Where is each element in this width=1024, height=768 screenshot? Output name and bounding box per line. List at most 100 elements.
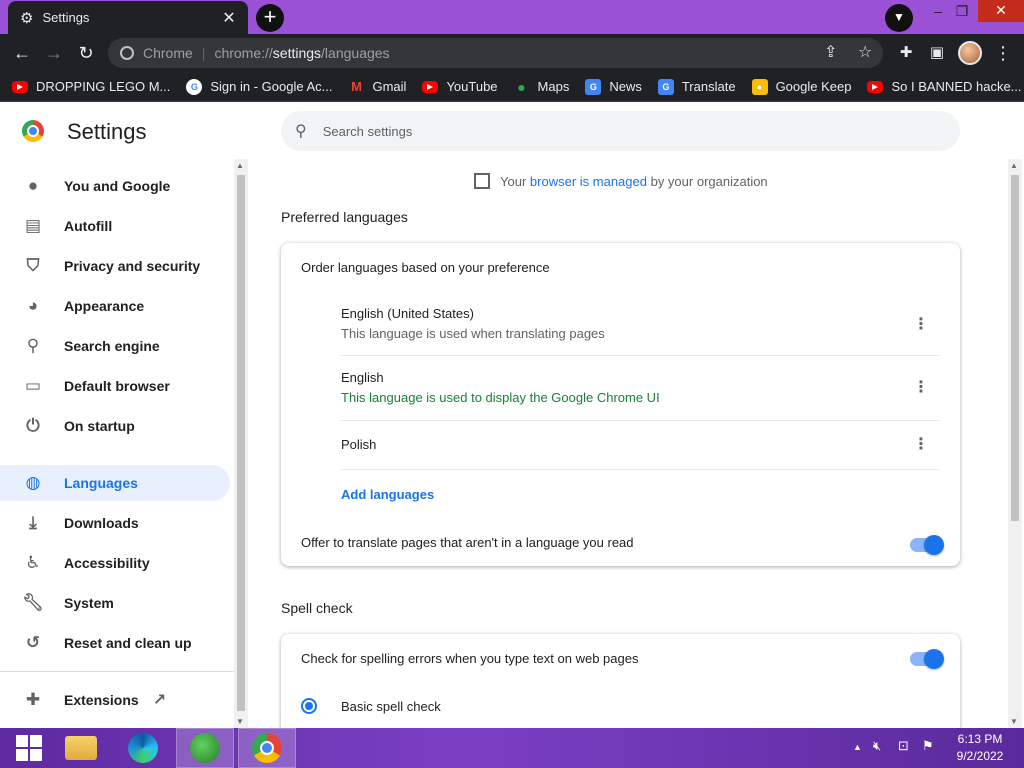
- bookmark-item[interactable]: G News: [585, 78, 642, 95]
- share-icon[interactable]: ⇪: [824, 38, 837, 68]
- bookmark-label: YouTube: [446, 79, 498, 94]
- minimize-button[interactable]: –: [926, 0, 950, 24]
- profile-avatar[interactable]: [958, 41, 982, 65]
- order-languages-label: Order languages based on your preference: [301, 260, 550, 275]
- url-divider: |: [201, 45, 206, 61]
- network-app-button[interactable]: [176, 728, 234, 768]
- sidebar-item-on-startup[interactable]: ⏻ On startup: [0, 408, 230, 444]
- chrome-logo-icon: [22, 120, 44, 142]
- sidebar-item-languages[interactable]: ◍ Languages: [0, 465, 230, 501]
- bookmark-label: Gmail: [372, 79, 407, 94]
- sidebar-item-autofill[interactable]: ▤ Autofill: [0, 208, 230, 244]
- address-bar[interactable]: Chrome | chrome://settings/languages ⇪ ☆: [108, 38, 883, 68]
- more-actions-icon[interactable]: ⋮: [913, 435, 929, 455]
- language-note: This language is used to display the Goo…: [341, 390, 660, 405]
- url-host: settings: [272, 45, 322, 61]
- main-scrollbar[interactable]: ▲ ▼: [1008, 159, 1022, 728]
- file-explorer-button[interactable]: [52, 728, 110, 768]
- sidebar-item-privacy-and-security[interactable]: ⛉ Privacy and security: [0, 248, 230, 284]
- gmail-icon: M: [351, 79, 362, 94]
- start-button[interactable]: [0, 728, 58, 768]
- sidebar-item-label: Autofill: [64, 218, 113, 234]
- network-icon[interactable]: ⊡: [898, 738, 909, 754]
- bookmark-item[interactable]: ● Maps: [514, 79, 569, 95]
- bookmark-item[interactable]: M Gmail: [348, 79, 406, 95]
- edge-icon: [128, 733, 158, 763]
- spell-check-toggle[interactable]: [910, 649, 944, 669]
- menu-kebab-icon[interactable]: ⋮: [990, 40, 1016, 66]
- reload-button[interactable]: ↻: [73, 40, 99, 66]
- sidebar-item-you-and-google[interactable]: ● You and Google: [0, 168, 230, 204]
- title-bar: ⚙ Settings ✕ + ▼ – ❐ ✕: [0, 0, 1024, 34]
- extensions-puzzle-icon[interactable]: ✚: [893, 40, 919, 66]
- forward-button[interactable]: →: [41, 40, 67, 66]
- bookmark-item[interactable]: ● Google Keep: [751, 78, 851, 95]
- chrome-taskbar-button[interactable]: [238, 728, 296, 768]
- url-scheme-label: Chrome: [143, 45, 193, 61]
- bookmark-star-icon[interactable]: ☆: [858, 38, 872, 68]
- tray-overflow-icon[interactable]: ▲: [853, 742, 862, 752]
- bookmark-item[interactable]: G Translate: [657, 78, 736, 95]
- sidebar-item-reset-and-clean-up[interactable]: ↺ Reset and clean up: [0, 625, 230, 661]
- browser-icon: ▭: [24, 376, 42, 395]
- bookmarks-bar: DROPPING LEGO M... G Sign in - Google Ac.…: [0, 72, 1024, 102]
- sidebar-item-accessibility[interactable]: ♿ Accessibility: [0, 545, 230, 581]
- scroll-down-arrow-icon[interactable]: ▼: [236, 717, 244, 726]
- back-button[interactable]: ←: [9, 40, 35, 66]
- new-tab-button[interactable]: +: [256, 4, 284, 32]
- search-placeholder: Search settings: [322, 123, 413, 139]
- preferred-languages-heading: Preferred languages: [281, 209, 408, 225]
- more-actions-icon[interactable]: ⋮: [913, 315, 929, 335]
- scroll-up-arrow-icon[interactable]: ▲: [1010, 161, 1018, 170]
- close-window-button[interactable]: ✕: [978, 0, 1024, 22]
- search-icon: ⚲: [26, 336, 40, 355]
- windows-logo-icon: [16, 735, 42, 761]
- clipboard-icon: ▤: [24, 216, 42, 235]
- offer-translate-toggle[interactable]: [910, 535, 944, 555]
- clock-time: 6:13 PM: [957, 732, 1003, 746]
- puzzle-icon: ✚: [25, 690, 41, 709]
- bookmark-item[interactable]: So I BANNED hacke...: [867, 79, 1022, 94]
- url-prefix: chrome://: [214, 45, 273, 61]
- edge-button[interactable]: [114, 728, 172, 768]
- tab-search-button[interactable]: ▼: [885, 4, 913, 32]
- sidebar-item-downloads[interactable]: ⤓ Downloads: [0, 505, 230, 541]
- language-row: Polish ⋮: [341, 421, 939, 470]
- sidebar-item-system[interactable]: 🔧︎ System: [0, 585, 230, 621]
- scroll-down-arrow-icon[interactable]: ▼: [1010, 717, 1018, 726]
- sidebar-item-appearance[interactable]: ◕ Appearance: [0, 288, 230, 324]
- sidebar-item-extensions[interactable]: ✚ Extensions ↗: [0, 682, 230, 718]
- sidebar-item-label: You and Google: [64, 178, 171, 194]
- managed-notice: Your browser is managed by your organiza…: [474, 173, 768, 189]
- taskbar-clock[interactable]: 6:13 PM 9/2/2022: [946, 731, 1014, 765]
- shield-icon: ⛉: [26, 256, 40, 275]
- notification-icon[interactable]: ⚑: [922, 738, 934, 754]
- sidebar-scrollbar[interactable]: ▲ ▼: [234, 159, 248, 728]
- bookmark-item[interactable]: DROPPING LEGO M...: [12, 79, 170, 94]
- managed-suffix: by your organization: [650, 173, 768, 189]
- tab-settings[interactable]: ⚙ Settings ✕: [8, 1, 248, 34]
- language-row: English (United States) This language is…: [341, 295, 939, 356]
- sidebar-item-default-browser[interactable]: ▭ Default browser: [0, 368, 230, 404]
- add-languages-button[interactable]: Add languages: [341, 487, 434, 502]
- bookmark-item[interactable]: G Sign in - Google Ac...: [186, 78, 332, 95]
- sidebar-item-label: Accessibility: [64, 555, 150, 571]
- site-info-icon[interactable]: [120, 46, 134, 60]
- side-panel-icon[interactable]: ▣: [924, 40, 950, 66]
- maximize-button[interactable]: ❐: [950, 0, 974, 24]
- main-scroll-thumb[interactable]: [1011, 175, 1019, 521]
- managed-link[interactable]: browser is managed: [530, 174, 647, 189]
- scroll-up-arrow-icon[interactable]: ▲: [236, 161, 244, 170]
- speaker-muted-icon[interactable]: 🔇︎: [873, 738, 881, 754]
- sidebar-scroll-thumb[interactable]: [237, 175, 245, 711]
- search-input[interactable]: ⚲ Search settings: [281, 111, 960, 151]
- sidebar-item-search-engine[interactable]: ⚲ Search engine: [0, 328, 230, 364]
- basic-spell-check-radio[interactable]: [301, 698, 317, 714]
- sidebar-item-label: On startup: [64, 418, 135, 434]
- more-actions-icon[interactable]: ⋮: [913, 378, 929, 398]
- sidebar-item-label: Extensions: [64, 692, 139, 708]
- tab-close-button[interactable]: ✕: [220, 8, 238, 28]
- bookmark-item[interactable]: YouTube: [422, 79, 498, 94]
- search-icon: ⚲: [295, 123, 307, 140]
- translate-icon: G: [657, 78, 674, 95]
